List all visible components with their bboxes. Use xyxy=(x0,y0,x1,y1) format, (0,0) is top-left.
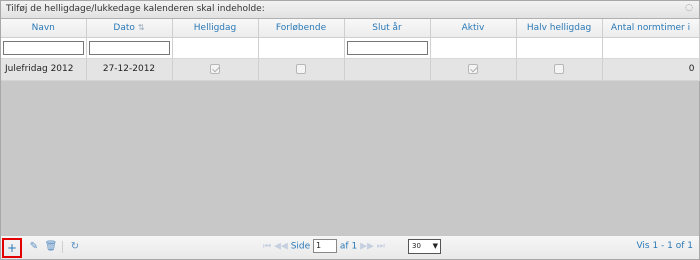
table-row[interactable]: Julefridag 2012 27-12-2012 0 xyxy=(1,58,700,81)
column-header-antal-normtimer[interactable]: Antal normtimer i xyxy=(602,19,700,38)
page-number-input[interactable]: 1 xyxy=(313,239,338,253)
cell-slut-ar xyxy=(344,58,431,81)
holiday-grid: Tilføj de helligdage/lukkedage kalendere… xyxy=(0,0,700,260)
edit-icon[interactable]: ✎ xyxy=(26,239,42,255)
prev-page-icon[interactable]: ◀◀ xyxy=(274,242,288,252)
add-icon[interactable]: + xyxy=(2,238,22,258)
filter-dato-input[interactable] xyxy=(88,40,170,55)
filter-slut-ar-input[interactable] xyxy=(346,40,428,55)
cell-dato: 27-12-2012 xyxy=(86,58,173,81)
cell-antal-normtimer: 0 xyxy=(602,58,700,81)
refresh-icon[interactable]: ↻ xyxy=(67,239,83,255)
column-header-navn[interactable]: Navn xyxy=(1,19,87,38)
last-page-icon[interactable]: ⏭ xyxy=(377,242,385,252)
page-label: Side xyxy=(290,241,311,252)
column-header-dato[interactable]: Dato ⇅ xyxy=(86,19,173,38)
grid-caption: Tilføj de helligdage/lukkedage kalendere… xyxy=(1,1,699,19)
delete-icon[interactable]: 🗑 xyxy=(43,239,59,255)
next-page-icon[interactable]: ▶▶ xyxy=(360,242,374,252)
close-icon[interactable]: ◌ xyxy=(685,3,693,13)
rows-per-page-select[interactable]: 30 ▼ xyxy=(408,239,441,254)
separator xyxy=(62,241,63,253)
column-header-forlobende[interactable]: Forløbende xyxy=(258,19,345,38)
filter-row xyxy=(1,37,700,59)
view-info: Vis 1 - 1 of 1 xyxy=(636,241,693,251)
caption-title: Tilføj de helligdage/lukkedage kalendere… xyxy=(6,4,265,14)
header-row: Navn Dato ⇅ Helligdag Forløbende Slut år … xyxy=(1,19,700,38)
column-header-halv-helligdag[interactable]: Halv helligdag xyxy=(516,19,603,38)
pager-navigation: ⏮ ◀◀ Side 1 af 1 ▶▶ ⏭ xyxy=(263,239,385,256)
filter-navn-input[interactable] xyxy=(3,40,84,55)
grid-table: Navn Dato ⇅ Helligdag Forløbende Slut år … xyxy=(1,19,700,81)
column-header-slut-ar[interactable]: Slut år xyxy=(344,19,431,38)
chevron-down-icon: ▼ xyxy=(432,242,438,250)
sort-icon[interactable]: ⇅ xyxy=(138,23,145,32)
column-header-aktiv[interactable]: Aktiv xyxy=(430,19,517,38)
helligdag-checkbox xyxy=(210,63,220,74)
pager: + ✎ 🗑 ↻ ⏮ ◀◀ Side 1 af 1 ▶▶ ⏭ 30 ▼ Vis 1… xyxy=(1,235,699,259)
aktiv-checkbox xyxy=(468,63,478,74)
page-count: af 1 xyxy=(339,241,358,252)
column-header-helligdag[interactable]: Helligdag xyxy=(172,19,259,38)
halv-helligdag-checkbox xyxy=(554,63,564,74)
forlobende-checkbox xyxy=(296,63,306,74)
first-page-icon[interactable]: ⏮ xyxy=(263,242,271,252)
cell-navn: Julefridag 2012 xyxy=(1,58,87,81)
